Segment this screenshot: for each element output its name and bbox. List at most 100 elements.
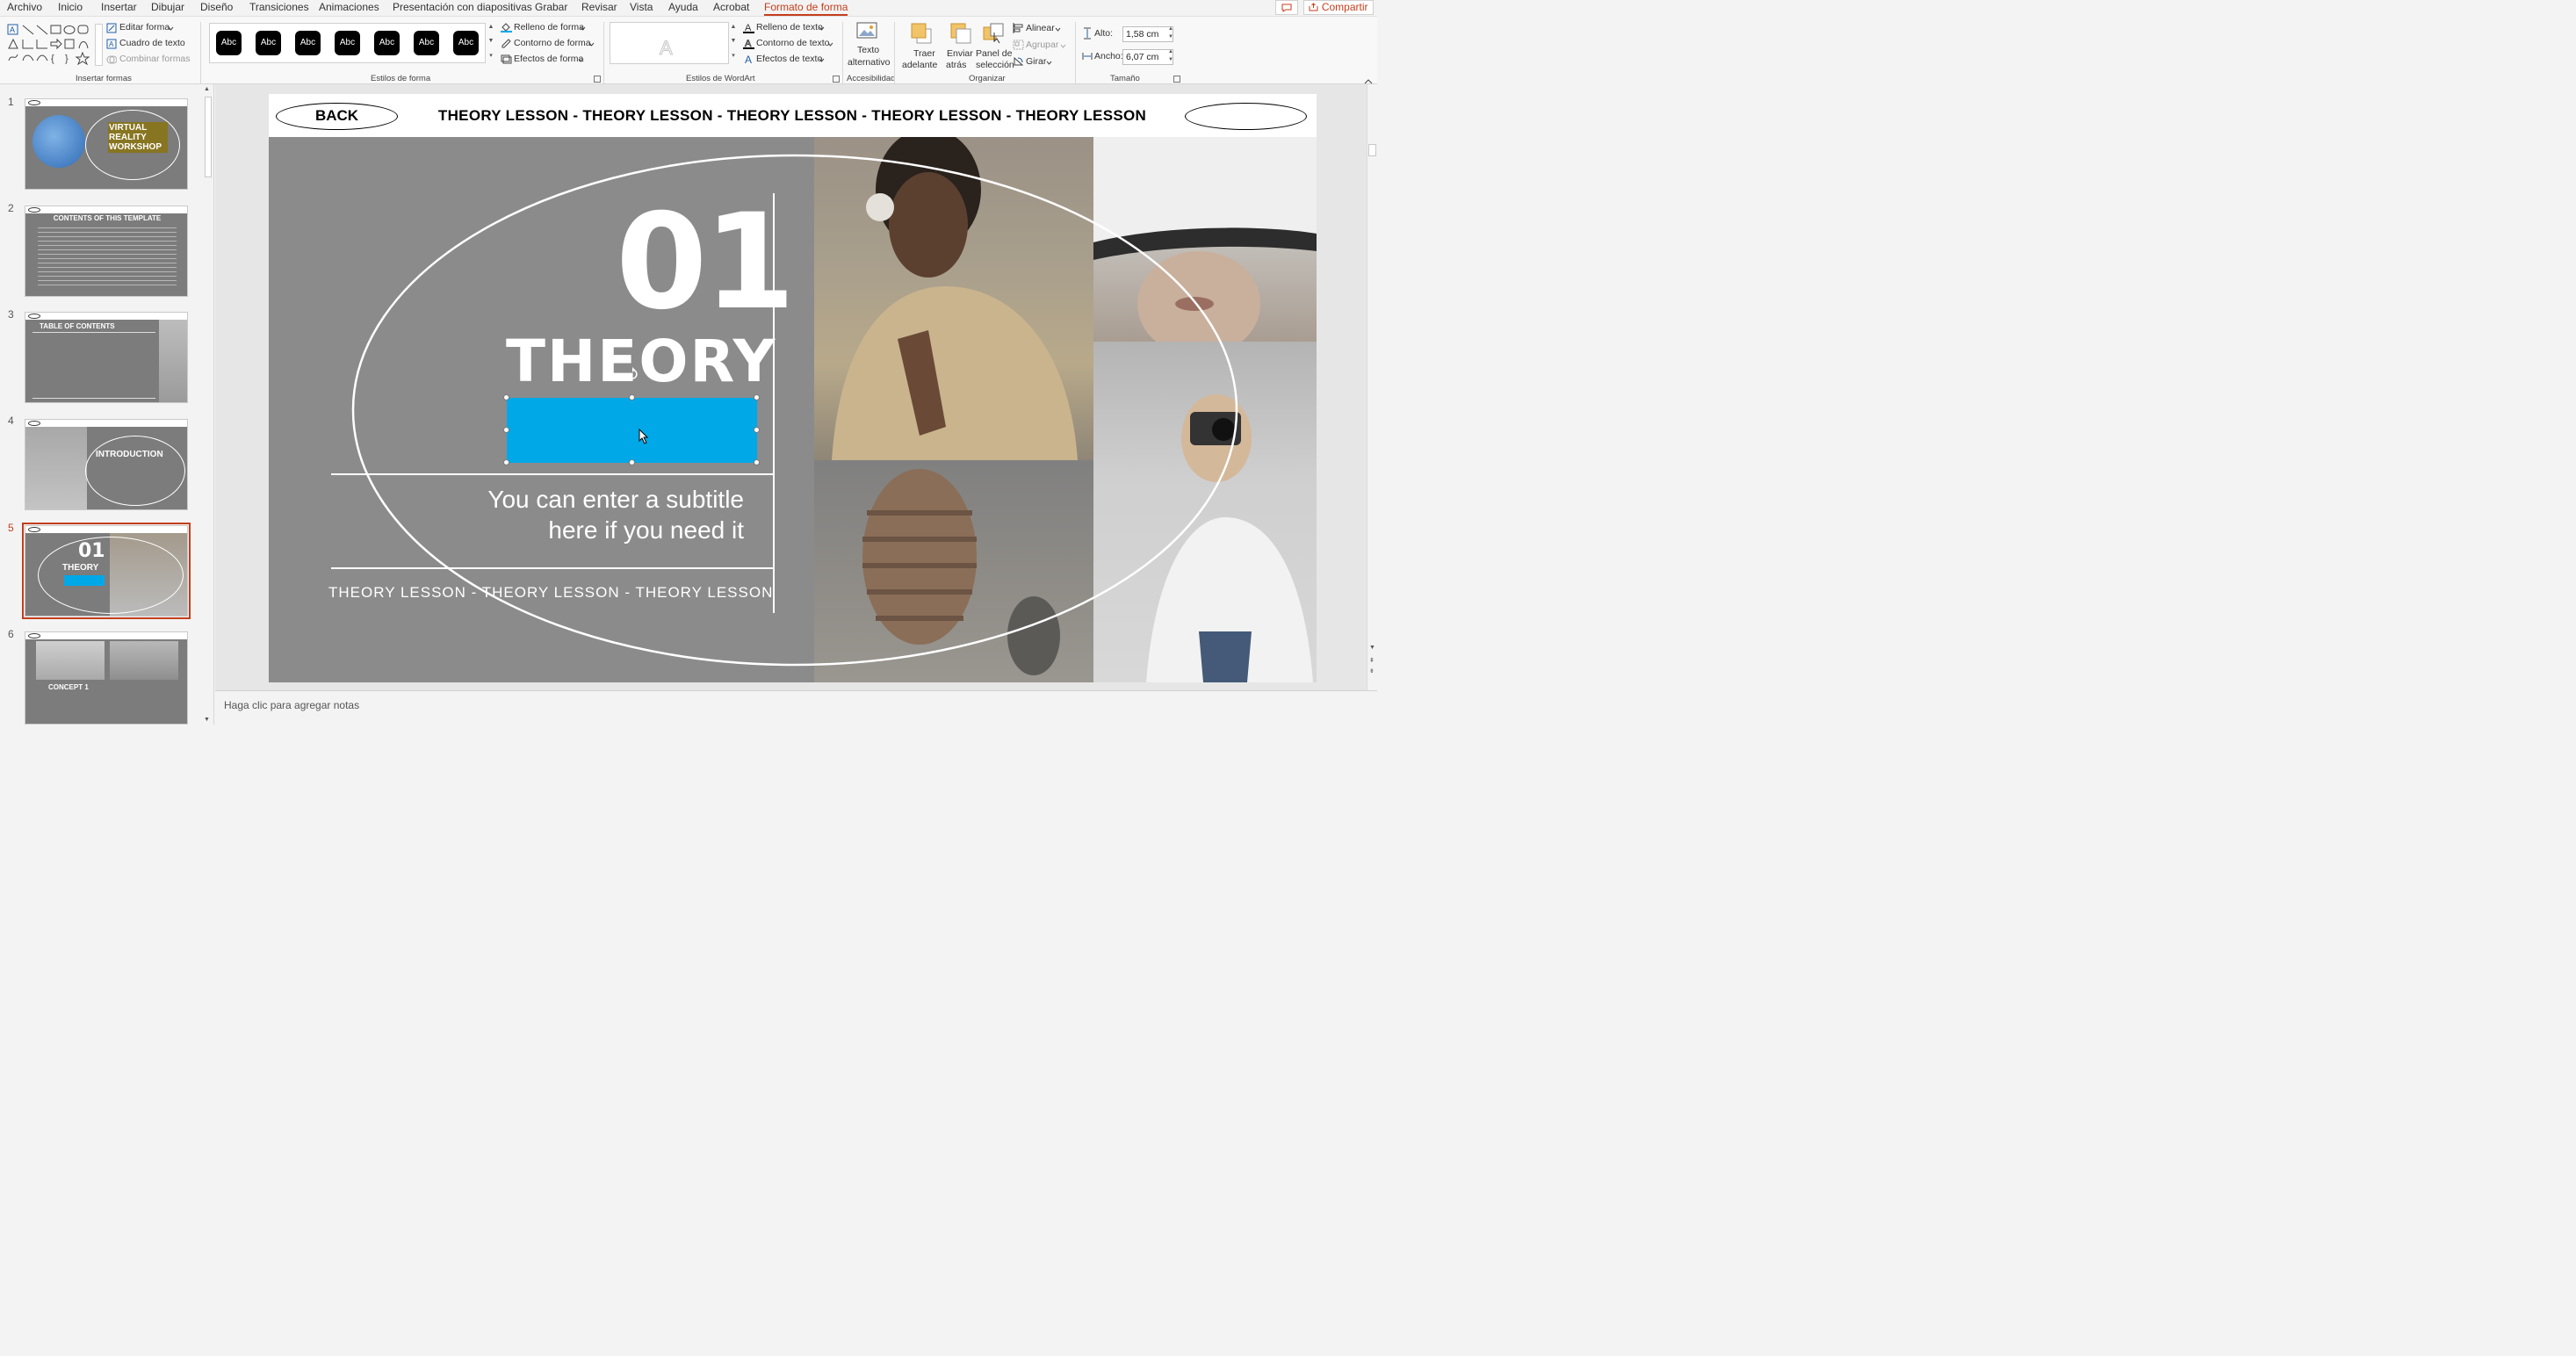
svg-text:A: A xyxy=(10,25,15,34)
notes-placeholder[interactable]: Haga clic para agregar notas xyxy=(224,699,359,711)
slide-subtitle[interactable]: You can enter a subtitle here if you nee… xyxy=(444,484,744,545)
svg-text:A: A xyxy=(109,40,114,48)
next-slide-icon[interactable]: ⇟ xyxy=(1369,667,1375,674)
thumbnail-scroll-thumb[interactable] xyxy=(205,97,212,177)
bring-forward-button[interactable]: Traer adelante xyxy=(901,20,942,71)
shapes-gallery-scroll[interactable] xyxy=(95,24,103,66)
ribbon: A { } Editar forma A Cuadro de texto Com… xyxy=(0,16,1377,84)
wordart-more[interactable]: ▾ xyxy=(729,52,738,59)
slide-thumbnail-2[interactable]: CONTENTS OF THIS TEMPLATE xyxy=(25,206,188,297)
resize-handle-nw[interactable] xyxy=(503,394,509,400)
menu-formato-de-forma[interactable]: Formato de forma xyxy=(764,1,848,16)
menu-animaciones[interactable]: Animaciones xyxy=(319,1,379,13)
size-dialog-launcher[interactable] xyxy=(1173,76,1180,83)
slide-thumbnail-5[interactable]: 01 THEORY xyxy=(22,523,191,619)
text-outline-label: Contorno de texto xyxy=(756,38,830,48)
resize-handle-e[interactable] xyxy=(754,427,760,433)
menu-diseno[interactable]: Diseño xyxy=(200,1,233,13)
shapes-gallery-icons: A { } xyxy=(7,24,90,66)
scroll-down-icon[interactable]: ▼ xyxy=(204,717,210,723)
resize-handle-ne[interactable] xyxy=(754,394,760,400)
shape-style-preset-2[interactable]: Abc xyxy=(256,31,281,55)
menu-acrobat[interactable]: Acrobat xyxy=(713,1,749,13)
group-separator xyxy=(200,22,201,83)
share-button[interactable]: Compartir xyxy=(1303,0,1374,15)
thumb-number-big: 01 xyxy=(78,540,105,562)
send-backward-button[interactable]: Enviar atrás xyxy=(944,20,978,71)
shape-outline-label: Contorno de forma xyxy=(514,38,591,48)
height-spin-down[interactable]: ▼ xyxy=(1166,34,1175,40)
selected-blue-rectangle[interactable] xyxy=(507,398,757,463)
shape-styles-dialog-launcher[interactable] xyxy=(594,76,601,83)
width-spin-down[interactable]: ▼ xyxy=(1166,57,1175,62)
menu-vista[interactable]: Vista xyxy=(630,1,653,13)
collapse-ribbon-button[interactable] xyxy=(1364,75,1375,84)
editor-scrollbar[interactable]: ▼ ⇞ ⇟ xyxy=(1367,84,1377,690)
shape-style-preset-7[interactable]: Abc xyxy=(453,31,479,55)
thumbnail-scrollbar[interactable]: ▲ ▼ xyxy=(204,84,213,725)
chevron-down-icon xyxy=(827,42,833,47)
decorative-pill[interactable] xyxy=(1185,103,1307,130)
shape-style-preset-6[interactable]: Abc xyxy=(414,31,439,55)
previous-slide-icon[interactable]: ⇞ xyxy=(1369,657,1375,664)
menu-bar: Archivo Inicio Insertar Dibujar Diseño T… xyxy=(0,0,1377,16)
resize-handle-w[interactable] xyxy=(503,427,509,433)
text-outline-icon: A xyxy=(743,39,754,49)
thumb-title: THEORY xyxy=(62,563,99,573)
shapes-gallery[interactable]: A { } xyxy=(7,24,95,66)
resize-handle-s[interactable] xyxy=(629,459,635,465)
shape-style-preset-5[interactable]: Abc xyxy=(374,31,400,55)
selection-pane-button[interactable]: Panel de selección xyxy=(975,20,1014,71)
thumb-number: 3 xyxy=(8,308,14,321)
thumb-number: 4 xyxy=(8,415,14,427)
menu-insertar[interactable]: Insertar xyxy=(101,1,137,13)
svg-text:}: } xyxy=(65,54,69,64)
scroll-up-icon[interactable]: ▲ xyxy=(204,86,210,92)
section-number[interactable]: 01 xyxy=(616,197,796,328)
slide-canvas[interactable]: BACK THEORY LESSON - THEORY LESSON - THE… xyxy=(269,94,1317,682)
menu-presentacion[interactable]: Presentación con diapositivas xyxy=(393,1,532,13)
slide-thumbnail-1[interactable]: VIRTUAL REALITY WORKSHOP xyxy=(25,98,188,190)
group-label-arrange: Organizar xyxy=(969,74,1006,83)
menu-inicio[interactable]: Inicio xyxy=(58,1,83,13)
alt-text-button[interactable]: Texto alternativo xyxy=(848,20,890,71)
shape-style-preset-3[interactable]: Abc xyxy=(295,31,321,55)
back-button[interactable]: BACK xyxy=(276,103,398,130)
wordart-scroll-down[interactable]: ▼ xyxy=(729,38,738,44)
width-spin-up[interactable]: ▲ xyxy=(1166,49,1175,54)
menu-dibujar[interactable]: Dibujar xyxy=(151,1,184,13)
slide-thumbnail-4[interactable]: INTRODUCTION xyxy=(25,419,188,510)
resize-handle-n[interactable] xyxy=(629,394,635,400)
menu-grabar[interactable]: Grabar xyxy=(535,1,567,13)
comments-button[interactable] xyxy=(1275,0,1298,15)
height-spin-up[interactable]: ▲ xyxy=(1166,26,1175,32)
gallery-scroll-up[interactable]: ▲ xyxy=(487,24,495,30)
selection-pane-icon xyxy=(983,23,1004,44)
menu-ayuda[interactable]: Ayuda xyxy=(668,1,698,13)
section-title[interactable]: THEORY xyxy=(506,333,775,391)
text-fill-icon: A xyxy=(743,23,754,33)
shape-style-preset-1[interactable]: Abc xyxy=(216,31,242,55)
gallery-scroll-down[interactable]: ▼ xyxy=(487,38,495,44)
rotate-handle-icon[interactable] xyxy=(625,367,639,381)
wordart-gallery[interactable]: A xyxy=(610,22,729,64)
group-label-shape-styles: Estilos de forma xyxy=(371,74,431,83)
slide-thumbnail-6[interactable]: CONCEPT 1 xyxy=(25,631,188,725)
wordart-dialog-launcher[interactable] xyxy=(833,76,840,83)
resize-handle-se[interactable] xyxy=(754,459,760,465)
slide-thumbnail-3[interactable]: TABLE OF CONTENTS xyxy=(25,312,188,403)
menu-archivo[interactable]: Archivo xyxy=(7,1,42,13)
editor-scroll-thumb[interactable] xyxy=(1368,144,1376,156)
notes-pane[interactable]: Haga clic para agregar notas xyxy=(215,690,1377,725)
menu-revisar[interactable]: Revisar xyxy=(581,1,617,13)
gallery-more[interactable]: ▾ xyxy=(487,52,495,59)
scroll-down-icon[interactable]: ▼ xyxy=(1369,645,1375,651)
thumb-number: 1 xyxy=(8,96,14,108)
resize-handle-sw[interactable] xyxy=(503,459,509,465)
footer-marquee-text[interactable]: THEORY LESSON - THEORY LESSON - THEORY L… xyxy=(328,584,772,602)
wordart-scroll-up[interactable]: ▲ xyxy=(729,24,738,30)
shape-style-preset-4[interactable]: Abc xyxy=(335,31,360,55)
menu-transiciones[interactable]: Transiciones xyxy=(249,1,309,13)
header-marquee-text[interactable]: THEORY LESSON - THEORY LESSON - THEORY L… xyxy=(409,107,1175,125)
globe-image xyxy=(32,115,85,168)
